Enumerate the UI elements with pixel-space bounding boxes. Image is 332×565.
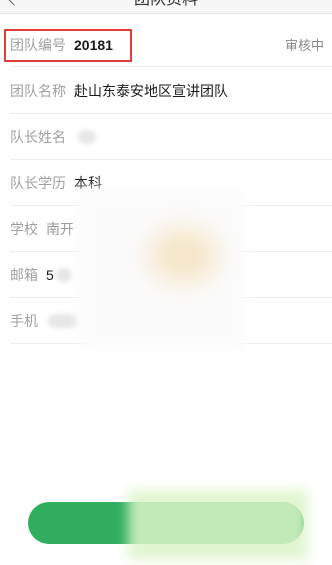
navigation-bar: 团队资料 xyxy=(0,0,332,14)
school-value: 南开 xyxy=(46,221,74,237)
blurred-button-label xyxy=(128,490,308,560)
redacted-leader-name xyxy=(78,130,96,144)
email-label: 邮箱 xyxy=(10,267,38,283)
status-badge: 审核中 xyxy=(284,38,324,53)
page-title: 团队资料 xyxy=(0,0,332,9)
team-name-value: 赴山东泰安地区宣讲团队 xyxy=(74,82,228,99)
school-label: 学校 xyxy=(10,221,38,237)
blurred-spot xyxy=(148,228,218,283)
blurred-overlay xyxy=(78,188,246,350)
leader-name-label: 队长姓名 xyxy=(10,129,66,145)
leader-name-row: 队长姓名 xyxy=(0,114,332,160)
team-id-label: 团队编号 xyxy=(10,36,66,53)
education-label: 队长学历 xyxy=(10,175,66,191)
team-id-value: 20181 xyxy=(74,36,113,53)
email-value: 5 xyxy=(46,267,54,283)
phone-label: 手机 xyxy=(10,313,38,329)
team-id-row: 团队编号 20181 审核中 xyxy=(0,22,332,67)
redacted-phone xyxy=(48,314,78,328)
team-name-label: 团队名称 xyxy=(10,82,66,99)
redacted-email xyxy=(55,268,72,282)
team-name-row: 团队名称 赴山东泰安地区宣讲团队 xyxy=(0,67,332,114)
